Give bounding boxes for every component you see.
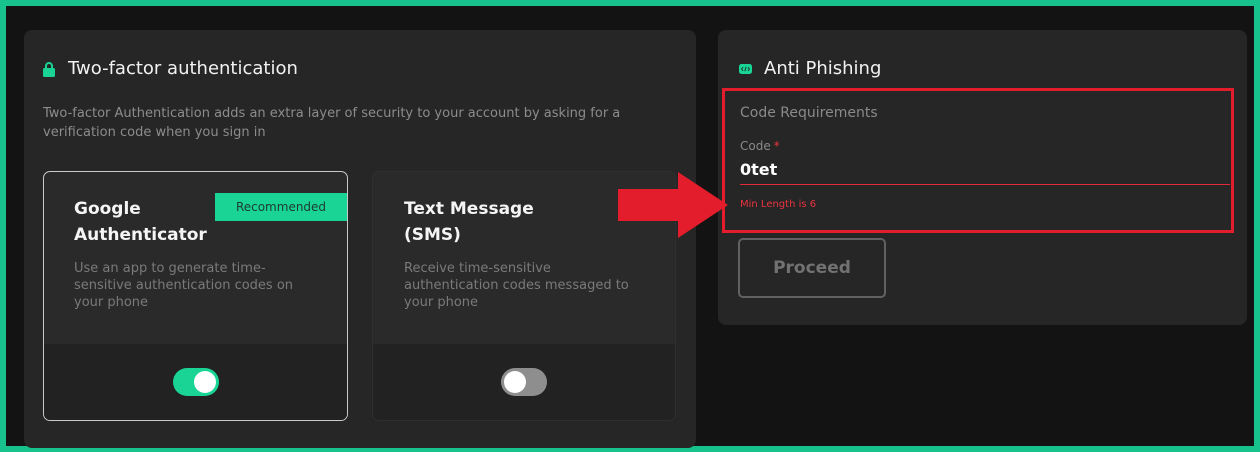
- proceed-button[interactable]: Proceed: [738, 238, 886, 298]
- method-description: Use an app to generate time-sensitive au…: [74, 261, 294, 310]
- card-top: Google Authenticator Recommended Use an …: [44, 172, 347, 344]
- google-authenticator-card[interactable]: Google Authenticator Recommended Use an …: [43, 171, 348, 421]
- two-factor-panel: Two-factor authentication Two-factor Aut…: [24, 30, 696, 448]
- code-input[interactable]: [740, 155, 1230, 185]
- code-requirements-label: Code Requirements: [740, 105, 878, 121]
- code-field-label: Code *: [740, 139, 780, 153]
- required-marker: *: [773, 139, 780, 153]
- sms-title: Text Message (SMS): [404, 199, 534, 245]
- method-name: Google Authenticator: [74, 196, 234, 248]
- two-factor-heading: Two-factor authentication: [43, 58, 298, 79]
- annotation-arrow-icon: [618, 172, 728, 238]
- google-authenticator-toggle[interactable]: [173, 368, 219, 396]
- method-name: Text Message (SMS): [404, 196, 564, 248]
- toggle-knob: [194, 371, 216, 393]
- shield-icon: [739, 63, 752, 74]
- anti-phishing-heading: Anti Phishing: [739, 58, 881, 79]
- code-error-message: Min Length is 6: [740, 199, 817, 210]
- toggle-knob: [504, 371, 526, 393]
- annotation-highlight-box: Code Requirements Code* Min Length is 6: [722, 88, 1234, 233]
- method-description: Receive time-sensitive authentication co…: [404, 261, 629, 310]
- anti-phishing-panel: Anti Phishing Code Requirements Code* Mi…: [718, 30, 1247, 325]
- code-label-text: Code: [740, 139, 771, 153]
- anti-phishing-title: Anti Phishing: [764, 58, 882, 79]
- sms-toggle[interactable]: [501, 368, 547, 396]
- two-factor-description: Two-factor Authentication adds an extra …: [43, 106, 621, 140]
- app-frame: Two-factor authentication Two-factor Aut…: [0, 0, 1260, 452]
- two-factor-title: Two-factor authentication: [68, 58, 298, 79]
- lock-icon: [43, 61, 55, 77]
- google-authenticator-title: Google Authenticator: [74, 199, 207, 245]
- recommended-badge: Recommended: [215, 193, 347, 221]
